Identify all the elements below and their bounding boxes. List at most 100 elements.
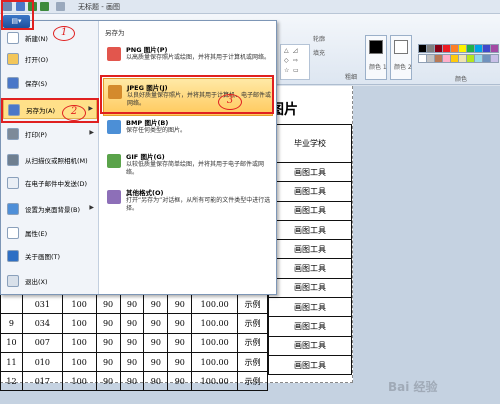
table-cell: 90 xyxy=(167,351,193,373)
file-menu-item-label: 保存(S) xyxy=(25,80,48,88)
file-menu-item[interactable]: 在电子邮件中发送(D) xyxy=(3,173,97,193)
star-shape-icon[interactable]: ☆ xyxy=(284,67,289,74)
table-cell: 90 xyxy=(95,332,121,353)
image-format-icon xyxy=(107,190,121,204)
table-cell: 90 xyxy=(95,293,121,315)
table-cell: 示例 xyxy=(237,351,268,373)
save-as-option[interactable]: GIF 图片(G) 以较低质量保存简单绘图，并将其用于电子邮件或网络。 xyxy=(103,148,273,186)
file-menu-item[interactable]: 新建(N) xyxy=(3,28,97,48)
palette-swatch[interactable] xyxy=(490,54,499,63)
table-cell: 100.00 xyxy=(191,293,239,315)
annotation-box-file-button xyxy=(1,0,34,30)
file-menu-item[interactable]: 保存(S) xyxy=(3,73,97,93)
table-row: 画图工具 xyxy=(268,200,352,221)
table-cell: 画图工具 xyxy=(268,297,352,318)
image-format-icon xyxy=(107,154,121,168)
table-cell: 示例 xyxy=(237,293,268,315)
triangle-shape-icon[interactable]: △ xyxy=(284,47,289,54)
table-cell: 010 xyxy=(21,351,63,373)
file-menu-item[interactable]: 关于画图(T) xyxy=(3,246,97,266)
table-cell: 100 xyxy=(61,351,97,373)
table-cell: 画图工具 xyxy=(268,239,352,260)
table-cell: 100 xyxy=(61,332,97,353)
table-row: 画图工具 xyxy=(268,181,352,202)
table-cell: 画图工具 xyxy=(268,200,352,221)
customize-quick-access-icon[interactable] xyxy=(56,2,65,11)
table-cell: 画图工具 xyxy=(268,335,352,356)
diamond-shape-icon[interactable]: ◇ xyxy=(284,57,289,64)
table-cell: 90 xyxy=(167,313,193,334)
save-as-option-description: 以较低质量保存简单绘图，并将其用于电子邮件或网络。 xyxy=(126,161,265,176)
file-menu-item[interactable]: 从扫描仪或照相机(M) xyxy=(3,150,97,170)
table-row: 画图工具 xyxy=(268,219,352,241)
file-menu-item-label: 打印(P) xyxy=(25,131,47,139)
table-cell: 90 xyxy=(119,351,145,373)
table-cell: 画图工具 xyxy=(268,354,352,376)
save-as-option[interactable]: BMP 图片(B) 保存任何类型的图片。 xyxy=(103,114,273,152)
image-format-icon xyxy=(107,47,121,61)
palette-swatch[interactable] xyxy=(490,44,499,53)
title-bar: 无标题 - 画图 xyxy=(0,0,500,14)
table-cell: 90 xyxy=(95,313,121,334)
table-cell: 12 xyxy=(0,371,23,392)
table-cell: 画图工具 xyxy=(268,277,352,299)
exit-icon xyxy=(7,275,19,287)
table-row: 9 034 100 90 90 90 90 100.00 示例 xyxy=(0,313,268,334)
file-menu-item[interactable]: 退出(X) xyxy=(3,271,97,291)
table-row: 031 100 90 90 90 90 100.00 示例 xyxy=(0,293,268,315)
annotation-step-3: 3 xyxy=(218,94,242,110)
table-cell xyxy=(0,293,23,315)
annotation-box-jpeg xyxy=(100,75,274,114)
table-cell: 031 xyxy=(21,293,63,315)
callout-shape-icon[interactable]: ▭ xyxy=(293,67,299,74)
right-triangle-shape-icon[interactable]: ◿ xyxy=(293,47,298,54)
file-menu-item[interactable]: 设置为桌面背景(B) ▶ xyxy=(3,199,97,219)
table-cell: 10 xyxy=(0,332,23,353)
file-menu-item[interactable]: 属性(E) xyxy=(3,223,97,243)
table-header-cell: 毕业学校 xyxy=(268,124,352,163)
color2-swatch xyxy=(394,40,408,54)
fill-button[interactable]: 填充 xyxy=(313,48,325,57)
table-cell: 100.00 xyxy=(191,351,239,373)
open-folder-icon xyxy=(7,53,19,65)
table-row: 11 010 100 90 90 90 90 100.00 示例 xyxy=(0,351,268,373)
file-menu: 新建(N) 打开(O) 保存(S) 另存为(A) ▶ 打印(P) ▶ 从扫描仪或照相机(M) 在… xyxy=(0,20,277,295)
table-cell: 034 xyxy=(21,313,63,334)
color1-swatch xyxy=(369,40,383,54)
table-row: 画图工具 xyxy=(268,277,352,299)
color2-label: 颜色 2 xyxy=(394,64,412,71)
color2-button[interactable]: 颜色 2 xyxy=(390,35,412,80)
table-cell: 90 xyxy=(143,351,169,373)
submenu-arrow-icon: ▶ xyxy=(89,129,94,136)
watermark: Bai 经验 xyxy=(388,380,438,394)
file-menu-item-label: 在电子邮件中发送(D) xyxy=(25,180,88,188)
check-icon xyxy=(7,227,19,239)
file-menu-item-label: 新建(N) xyxy=(25,35,48,43)
annotation-step-1: 1 xyxy=(53,26,75,41)
table-cell: 100.00 xyxy=(191,371,239,392)
table-cell: 90 xyxy=(167,332,193,353)
file-menu-item[interactable]: 打开(O) xyxy=(3,49,97,69)
table-cell: 90 xyxy=(95,351,121,373)
file-menu-commands: 新建(N) 打开(O) 保存(S) 另存为(A) ▶ 打印(P) ▶ 从扫描仪或照相机(M) 在… xyxy=(1,21,99,294)
table-row: 10 007 100 90 90 90 90 100.00 示例 xyxy=(0,332,268,353)
outline-button[interactable]: 轮廓 xyxy=(313,34,325,43)
table-cell: 示例 xyxy=(237,371,268,392)
thickness-label[interactable]: 粗细 xyxy=(345,72,357,81)
arrow-shape-icon[interactable]: ⇨ xyxy=(293,57,298,64)
table-cell: 90 xyxy=(119,371,145,392)
table-cell: 90 xyxy=(143,371,169,392)
file-menu-item[interactable]: 打印(P) ▶ xyxy=(3,124,97,144)
table-cell: 90 xyxy=(143,293,169,315)
redo-icon[interactable] xyxy=(40,2,49,11)
new-icon xyxy=(7,32,19,44)
table-cell: 007 xyxy=(21,332,63,353)
save-as-option[interactable]: PNG 图片(P) 以高质量保存照片或绘图，并将其用于计算机或网络。 xyxy=(103,41,273,79)
shapes-gallery[interactable]: △ ◿ ◇ ⇨ ☆ ▭ xyxy=(280,44,310,80)
table-cell: 90 xyxy=(143,332,169,353)
color1-label: 颜色 1 xyxy=(369,64,387,71)
table-cell: 100 xyxy=(61,293,97,315)
table-cell: 90 xyxy=(143,313,169,334)
color1-button[interactable]: 颜色 1 xyxy=(365,35,387,80)
save-as-option[interactable]: 其他格式(O) 打开“另存为”对话框，从所有可能的文件类型中进行选择。 xyxy=(103,184,273,222)
